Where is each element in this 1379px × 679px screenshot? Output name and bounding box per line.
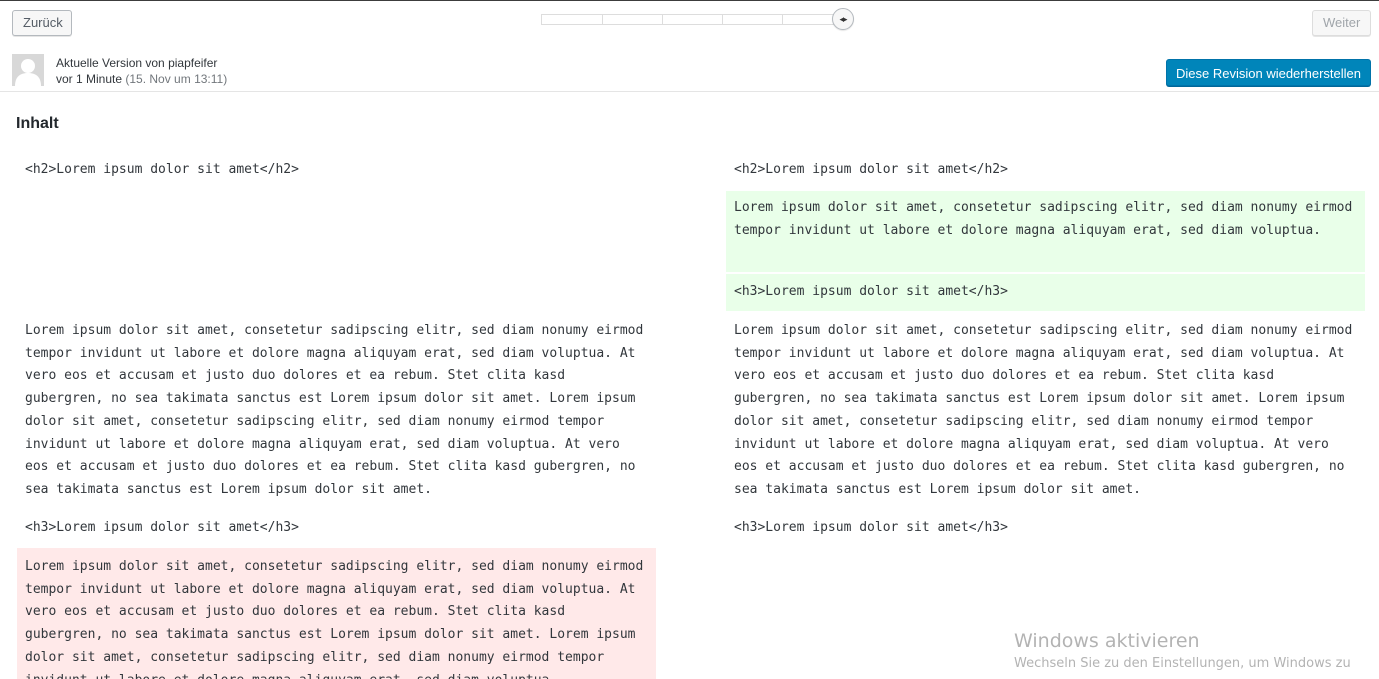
windows-activation-subtitle: Wechseln Sie zu den Einstellungen, um Wi… bbox=[1014, 656, 1351, 671]
slider-tick bbox=[662, 15, 663, 24]
left-h3-line: <h3>Lorem ipsum dolor sit amet</h3> bbox=[25, 520, 299, 535]
revision-author-title: Aktuelle Version von piapfeifer bbox=[56, 56, 218, 70]
user-silhouette-icon bbox=[12, 54, 44, 86]
section-title: Inhalt bbox=[16, 115, 59, 132]
revision-date: (15. Nov um 13:11) bbox=[125, 72, 228, 86]
header-divider bbox=[0, 91, 1379, 92]
avatar bbox=[12, 54, 44, 86]
added-paragraph: Lorem ipsum dolor sit amet, consetetur s… bbox=[726, 191, 1365, 272]
slider-tick bbox=[782, 15, 783, 24]
removed-paragraph: Lorem ipsum dolor sit amet, consetetur s… bbox=[17, 548, 656, 679]
left-paragraph: Lorem ipsum dolor sit amet, consetetur s… bbox=[25, 323, 652, 497]
back-button[interactable]: Zurück bbox=[12, 10, 72, 36]
next-button[interactable]: Weiter bbox=[1312, 10, 1371, 36]
revision-slider-track[interactable] bbox=[541, 14, 843, 25]
slider-tick bbox=[602, 15, 603, 24]
revision-time: vor 1 Minute (15. Nov um 13:11) bbox=[56, 72, 227, 86]
window-top-border bbox=[0, 0, 1379, 1]
restore-revision-button[interactable]: Diese Revision wiederherstellen bbox=[1166, 59, 1371, 86]
right-paragraph: Lorem ipsum dolor sit amet, consetetur s… bbox=[734, 323, 1361, 497]
left-h2-line: <h2>Lorem ipsum dolor sit amet</h2> bbox=[25, 162, 299, 177]
windows-activation-title: Windows aktivieren bbox=[1014, 630, 1200, 652]
revision-relative-time: vor 1 Minute bbox=[56, 72, 123, 86]
right-h2-line: <h2>Lorem ipsum dolor sit amet</h2> bbox=[734, 162, 1008, 177]
revision-slider-handle[interactable]: ◂▸ bbox=[832, 8, 854, 30]
right-h3-line: <h3>Lorem ipsum dolor sit amet</h3> bbox=[734, 520, 1008, 535]
slider-tick bbox=[722, 15, 723, 24]
added-h3-line: <h3>Lorem ipsum dolor sit amet</h3> bbox=[726, 274, 1365, 311]
